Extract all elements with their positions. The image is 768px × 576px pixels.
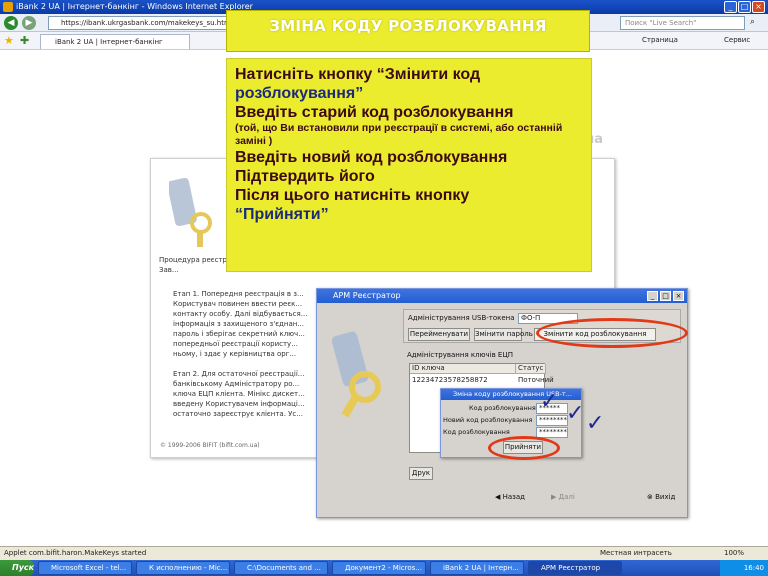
usb-group-label: Адміністрування USB-токена — [408, 314, 515, 322]
forward-icon[interactable]: ▶ — [22, 16, 36, 30]
status-bar: Applet com.bifit.haron.MakeKeys started … — [0, 546, 768, 560]
taskbar-item-excel[interactable]: Microsoft Excel - tel... — [38, 561, 132, 575]
registrar-titlebar: АРМ Реєстратор _ □ × — [317, 289, 687, 303]
exit-label: Вихід — [655, 493, 676, 501]
instruction-line: Підтвердить його — [235, 168, 375, 185]
taskbar-item-explorer[interactable]: C:\Documents and ... — [234, 561, 328, 575]
print-button[interactable]: Друк — [409, 467, 433, 480]
key-id-cell[interactable]: 12234723578258872 — [410, 375, 516, 385]
instruction-line: розблокування” — [235, 85, 364, 102]
checkmark-icon: ✓ — [586, 411, 605, 436]
minimize-button[interactable]: _ — [724, 1, 737, 13]
instructions-box: Натисніть кнопку “Змінити код розблокува… — [226, 58, 592, 272]
instruction-line: Натисніть кнопку “Змінити код — [235, 66, 481, 83]
old-code-label: Код розблокування — [469, 404, 536, 412]
maximize-button[interactable]: □ — [738, 1, 751, 13]
usb-key-icon — [331, 331, 381, 418]
taskbar-item-ibank[interactable]: iBank 2 UA | Інтерн... — [430, 561, 524, 575]
column-header[interactable]: Статус — [516, 364, 546, 374]
system-tray: 16:40 — [720, 560, 768, 576]
start-button[interactable]: Пуск — [0, 560, 34, 576]
window-title: iBank 2 UA | Інтернет-банкінг - Windows … — [16, 2, 253, 11]
highlight-oval — [488, 436, 560, 460]
add-favorites-icon[interactable]: ✚ — [20, 34, 29, 47]
confirm-code-label: Код розблокування — [443, 428, 510, 436]
checkmark-icon: ✓ — [540, 389, 559, 414]
tab-ibank[interactable]: iBank 2 UA | Інтернет-банкінг — [40, 34, 190, 49]
rename-button[interactable]: Перейменувати — [408, 328, 470, 341]
change-password-button[interactable]: Змінити пароль — [474, 328, 533, 341]
taskbar-item-registrar[interactable]: АРМ Реєстратор — [528, 561, 622, 575]
status-text: Applet com.bifit.haron.MakeKeys started — [4, 549, 147, 557]
tools-menu[interactable]: Сервис — [724, 36, 750, 44]
key-status-cell[interactable]: Поточний — [516, 375, 554, 385]
new-code-label: Новий код розблокування — [443, 416, 533, 424]
minimize-button[interactable]: _ — [647, 291, 658, 301]
zoom-level[interactable]: 100% — [724, 547, 744, 560]
exit-button[interactable]: ⊗ Вихід — [647, 493, 675, 501]
clock: 16:40 — [743, 564, 764, 572]
back-button[interactable]: ◀ Назад — [495, 493, 525, 501]
usb-key-icon — [169, 177, 212, 247]
ie-icon — [3, 2, 13, 12]
confirm-code-field[interactable]: ********** — [536, 427, 568, 438]
instruction-line: Введіть старий код розблокування — [235, 104, 514, 121]
instruction-line: “Прийняти” — [235, 206, 329, 223]
bank-step-1: Етап 1. Попередня реєстрація в з... Кори… — [173, 290, 308, 358]
highlight-oval — [536, 318, 688, 348]
page-menu[interactable]: Страница — [642, 36, 678, 44]
new-code-field[interactable]: ********** — [536, 415, 568, 426]
instruction-note: (той, що Ви встановили при реєстрації в … — [235, 122, 563, 147]
favorites-star-icon[interactable]: ★ — [4, 34, 14, 47]
taskbar: Пуск Microsoft Excel - tel... К исполнен… — [0, 560, 768, 576]
next-button[interactable]: ▶ Далі — [551, 493, 575, 501]
instruction-line: Після цього натисніть кнопку — [235, 187, 470, 204]
change-code-title: Зміна коду розблокування USB-т... — [441, 389, 581, 400]
search-input[interactable]: Поиск "Live Search" — [620, 16, 745, 30]
back-icon[interactable]: ◀ — [4, 16, 18, 30]
back-label: Назад — [502, 493, 526, 501]
key-group-label: Адміністрування ключів ЕЦП — [407, 351, 514, 359]
maximize-button[interactable]: □ — [660, 291, 671, 301]
column-header[interactable]: ID ключа — [410, 364, 516, 374]
zone-text: Местная интрасеть — [600, 549, 672, 557]
close-button[interactable]: × — [752, 1, 765, 13]
bank-step-2: Етап 2. Для остаточної реєстрації... бан… — [173, 370, 305, 418]
search-icon[interactable]: ⌕ — [750, 17, 755, 27]
slide-title: ЗМІНА КОДУ РОЗБЛОКУВАННЯ — [226, 10, 590, 52]
registrar-title: АРМ Реєстратор — [333, 291, 401, 300]
close-button[interactable]: × — [673, 291, 684, 301]
taskbar-item-word[interactable]: Документ2 - Micros... — [332, 561, 426, 575]
taskbar-item-tasks[interactable]: К исполнению - Mic... — [136, 561, 230, 575]
next-label: Далі — [558, 493, 575, 501]
bank-footer: © 1999-2006 BIFIT (bifit.com.ua) — [160, 442, 260, 449]
checkmark-icon: ✓ — [566, 401, 585, 426]
instruction-line: Введіть новий код розблокування — [235, 149, 508, 166]
